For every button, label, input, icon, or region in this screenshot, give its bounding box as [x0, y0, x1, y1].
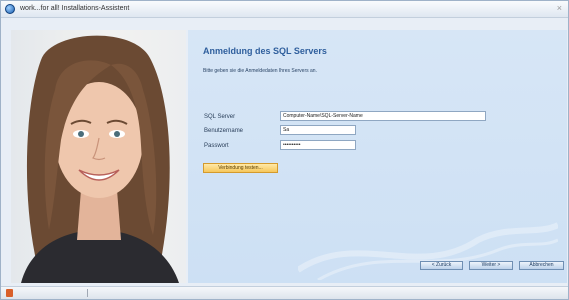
status-bar [1, 286, 568, 299]
portrait-photo [11, 30, 186, 283]
window-title: work...for all! Installations-Assistent [20, 5, 130, 12]
username-input[interactable]: Sa [280, 125, 356, 135]
close-icon[interactable]: × [557, 2, 562, 14]
cancel-button[interactable]: Abbrechen [519, 261, 564, 270]
app-globe-icon [5, 4, 15, 14]
username-label: Benutzername [204, 128, 244, 134]
back-button[interactable]: < Zurück [420, 261, 463, 270]
password-input[interactable]: •••••••••• [280, 140, 356, 150]
content-panel: Anmeldung des SQL Servers Bitte geben si… [188, 30, 567, 283]
portrait-illustration [21, 35, 179, 283]
decorative-swirl [298, 222, 558, 280]
title-bar: work...for all! Installations-Assistent … [1, 1, 568, 18]
password-label: Passwort [204, 143, 229, 149]
sql-server-label: SQL Server [204, 114, 236, 120]
sql-server-input[interactable]: Computer-Name\SQL-Server-Name [280, 111, 486, 121]
page-title: Anmeldung des SQL Servers [203, 46, 327, 56]
status-divider [87, 289, 88, 297]
office-app-icon [6, 289, 13, 297]
installer-window: work...for all! Installations-Assistent … [0, 0, 569, 300]
page-description: Bitte geben sie die Anmeldedaten Ihres S… [203, 68, 317, 74]
test-connection-button[interactable]: Verbindung testen... [203, 163, 278, 173]
next-button[interactable]: Weiter > [469, 261, 513, 270]
